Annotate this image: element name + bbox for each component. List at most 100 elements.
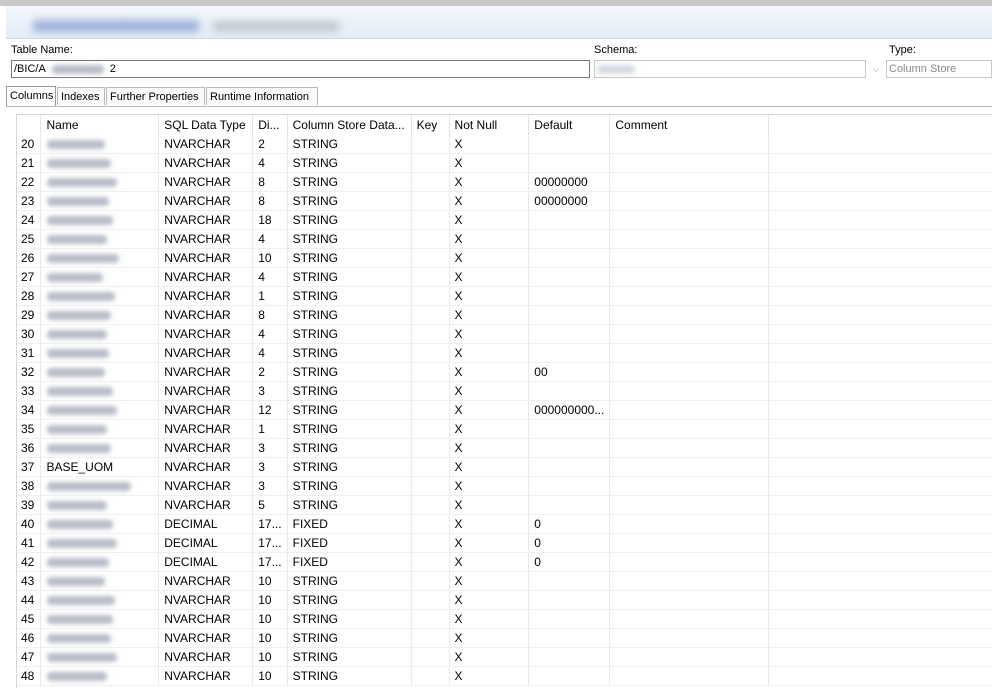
table-row[interactable]: 43 NVARCHAR 10 STRING X	[17, 571, 992, 591]
row-name	[40, 552, 160, 572]
row-default	[528, 248, 611, 268]
tab-runtime-information[interactable]: Runtime Information	[206, 87, 318, 105]
row-comment	[609, 381, 770, 401]
row-name	[40, 438, 160, 458]
row-column-store-type: STRING	[287, 343, 412, 363]
row-key	[411, 191, 450, 211]
row-number: 48	[17, 666, 42, 686]
row-default	[528, 229, 611, 249]
row-not-null: X	[449, 381, 530, 401]
table-row[interactable]: 23 NVARCHAR 8 STRING X 00000000	[17, 191, 992, 211]
col-header-filler	[768, 115, 992, 135]
row-comment	[609, 135, 770, 154]
row-comment	[609, 248, 770, 268]
chevron-down-icon[interactable]: ⌵	[868, 60, 884, 78]
table-row[interactable]: 32 NVARCHAR 2 STRING X 00	[17, 362, 992, 382]
row-dimension: 10	[252, 590, 288, 610]
row-column-store-type: STRING	[287, 362, 412, 382]
row-sql-type: NVARCHAR	[158, 438, 254, 458]
col-header-default[interactable]: Default	[528, 115, 611, 135]
table-row[interactable]: 38 NVARCHAR 3 STRING X	[17, 476, 992, 496]
row-number: 45	[17, 609, 42, 629]
row-comment	[609, 609, 770, 629]
columns-table-container[interactable]: Name SQL Data Type Di... Column Store Da…	[16, 114, 992, 688]
row-number: 42	[17, 552, 42, 572]
redacted-name	[47, 197, 110, 207]
table-row[interactable]: 41 DECIMAL 17... FIXED X 0	[17, 533, 992, 553]
row-filler	[768, 476, 992, 496]
table-row[interactable]: 47 NVARCHAR 10 STRING X	[17, 647, 992, 667]
row-sql-type: NVARCHAR	[158, 286, 254, 306]
row-name	[40, 267, 160, 287]
table-row[interactable]: 31 NVARCHAR 4 STRING X	[17, 343, 992, 363]
table-row[interactable]: 25 NVARCHAR 4 STRING X	[17, 229, 992, 249]
table-row[interactable]: 29 NVARCHAR 8 STRING X	[17, 305, 992, 325]
tab-columns[interactable]: Columns	[6, 86, 56, 106]
col-header-name[interactable]: Name	[40, 115, 160, 135]
row-number: 33	[17, 381, 42, 401]
row-number: 37	[17, 457, 42, 477]
row-not-null: X	[449, 324, 530, 344]
redacted-name	[47, 539, 118, 549]
table-name-field[interactable]: /BIC/A 2	[11, 60, 590, 78]
tab-indexes[interactable]: Indexes	[57, 87, 105, 105]
row-column-store-type: STRING	[287, 400, 412, 420]
table-row[interactable]: 22 NVARCHAR 8 STRING X 00000000	[17, 172, 992, 192]
row-column-store-type: STRING	[287, 381, 412, 401]
row-filler	[768, 191, 992, 211]
row-comment	[609, 495, 770, 515]
table-row[interactable]: 20 NVARCHAR 2 STRING X	[17, 135, 992, 154]
table-row[interactable]: 27 NVARCHAR 4 STRING X	[17, 267, 992, 287]
table-row[interactable]: 24 NVARCHAR 18 STRING X	[17, 210, 992, 230]
table-row[interactable]: 45 NVARCHAR 10 STRING X	[17, 609, 992, 629]
row-filler	[768, 419, 992, 439]
col-header-sql-type[interactable]: SQL Data Type	[158, 115, 254, 135]
table-row[interactable]: 35 NVARCHAR 1 STRING X	[17, 419, 992, 439]
table-row[interactable]: 40 DECIMAL 17... FIXED X 0	[17, 514, 992, 534]
row-filler	[768, 172, 992, 192]
table-row[interactable]: 36 NVARCHAR 3 STRING X	[17, 438, 992, 458]
row-dimension: 4	[252, 229, 288, 249]
row-default	[528, 381, 611, 401]
row-not-null: X	[449, 267, 530, 287]
table-row[interactable]: 21 NVARCHAR 4 STRING X	[17, 153, 992, 173]
table-row[interactable]: 34 NVARCHAR 12 STRING X 000000000...	[17, 400, 992, 420]
schema-dropdown[interactable]	[594, 60, 866, 78]
row-default	[528, 210, 611, 230]
table-row[interactable]: 37 BASE_UOM NVARCHAR 3 STRING X	[17, 457, 992, 477]
row-comment	[609, 419, 770, 439]
row-dimension: 2	[252, 362, 288, 382]
table-row[interactable]: 26 NVARCHAR 10 STRING X	[17, 248, 992, 268]
row-number: 24	[17, 210, 42, 230]
col-header-comment[interactable]: Comment	[609, 115, 770, 135]
row-filler	[768, 267, 992, 287]
row-key	[411, 495, 450, 515]
row-dimension: 10	[252, 647, 288, 667]
row-dimension: 4	[252, 153, 288, 173]
table-row[interactable]: 30 NVARCHAR 4 STRING X	[17, 324, 992, 344]
table-row[interactable]: 39 NVARCHAR 5 STRING X	[17, 495, 992, 515]
table-row[interactable]: 42 DECIMAL 17... FIXED X 0	[17, 552, 992, 572]
row-filler	[768, 666, 992, 686]
col-header-not-null[interactable]: Not Null	[449, 115, 530, 135]
row-dimension: 8	[252, 191, 288, 211]
row-sql-type: NVARCHAR	[158, 476, 254, 496]
row-dimension: 4	[252, 343, 288, 363]
col-header-key[interactable]: Key	[411, 115, 450, 135]
row-not-null: X	[449, 210, 530, 230]
row-default	[528, 438, 611, 458]
row-sql-type: NVARCHAR	[158, 191, 254, 211]
table-row[interactable]: 48 NVARCHAR 10 STRING X	[17, 666, 992, 686]
table-row[interactable]: 33 NVARCHAR 3 STRING X	[17, 381, 992, 401]
table-row[interactable]: 44 NVARCHAR 10 STRING X	[17, 590, 992, 610]
redacted-name	[47, 501, 108, 511]
row-name	[40, 666, 160, 686]
col-header-dimension[interactable]: Di...	[252, 115, 288, 135]
col-header-column-store-type[interactable]: Column Store Data...	[287, 115, 412, 135]
table-row[interactable]: 28 NVARCHAR 1 STRING X	[17, 286, 992, 306]
row-comment	[609, 647, 770, 667]
table-row[interactable]: 46 NVARCHAR 10 STRING X	[17, 628, 992, 648]
tab-further-properties[interactable]: Further Properties	[106, 87, 205, 105]
row-name	[40, 172, 160, 192]
type-field: Column Store	[886, 60, 992, 78]
